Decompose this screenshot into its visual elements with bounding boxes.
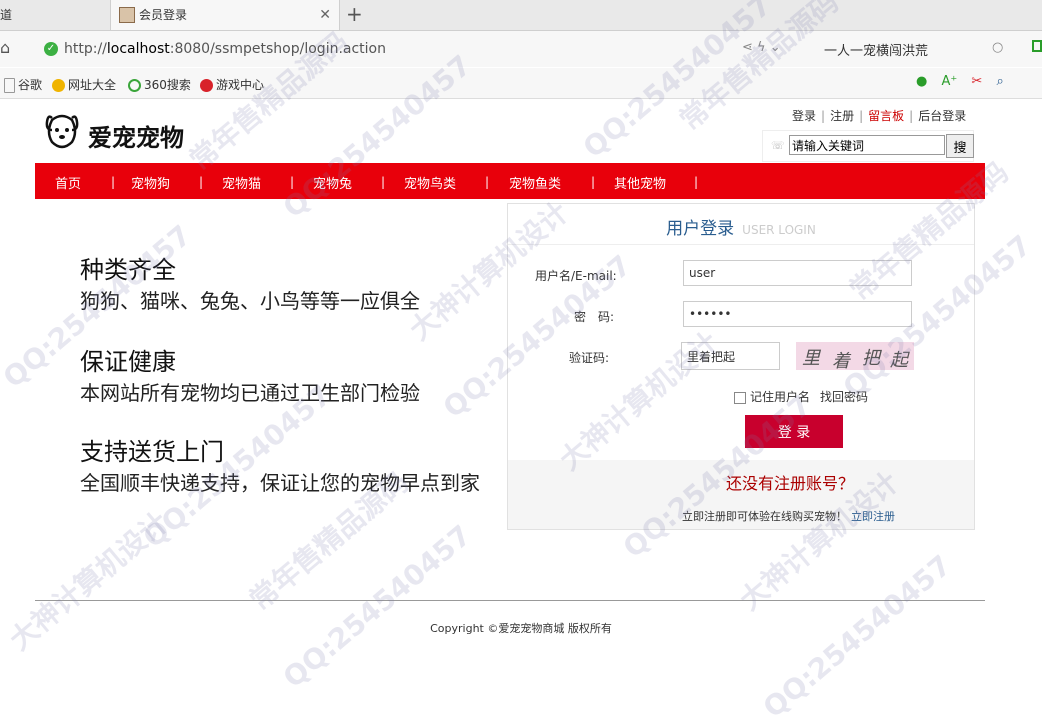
360-icon (128, 79, 141, 92)
game-icon (200, 79, 213, 92)
url-path: :8080/ssmpetshop/login.action (169, 41, 386, 57)
captcha-image[interactable]: 里 着 把 起 (796, 342, 914, 372)
tab-favicon-icon (119, 6, 135, 23)
feature-variety: 种类齐全 狗狗、猫咪、兔兔、小鸟等等一应俱全 (80, 250, 420, 314)
feature-delivery: 支持送货上门 全国顺丰快递支持，保证让您的宠物早点到家 (80, 432, 480, 496)
feature-health: 保证健康 本网站所有宠物均已通过卫生部门检验 (80, 342, 420, 406)
register-area: 还没有注册账号？ 立即注册即可体验在线购买宠物！ 立即注册 (508, 460, 974, 529)
phone-icon: ☏ (771, 139, 785, 152)
dog-logo-icon (45, 114, 79, 149)
watermark: QQ:254540457 (756, 548, 958, 724)
nav-others[interactable]: 其他宠物 (614, 173, 666, 192)
login-title: 用户登录 USER LOGIN (508, 214, 974, 239)
guestbook-link[interactable]: 留言板 (868, 109, 904, 123)
sites-icon (52, 79, 65, 92)
password-input[interactable] (683, 301, 912, 327)
nav-dogs[interactable]: 宠物狗 (131, 173, 170, 192)
site-search-input[interactable] (789, 135, 945, 155)
admin-login-link[interactable]: 后台登录 (918, 109, 966, 123)
tab-active[interactable]: 会员登录 ✕ (110, 0, 340, 30)
close-tab-icon[interactable]: ✕ (319, 0, 331, 30)
remember-row: 记住用户名 找回密码 (734, 388, 868, 405)
tools-icon[interactable]: ✂ (971, 74, 982, 89)
feature-title: 保证健康 (80, 348, 176, 376)
nav-fish[interactable]: 宠物鱼类 (509, 173, 561, 192)
login-button[interactable]: 登 录 (745, 415, 843, 448)
tab-previous-label: 道 (0, 8, 13, 22)
captcha-char: 把 (862, 348, 880, 369)
share-icon[interactable]: ⋖ ϟ ⌄ (742, 40, 781, 55)
page-icon (4, 78, 15, 93)
main-nav: 首页 | 宠物狗 | 宠物猫 | 宠物兔 | 宠物鸟类 | 宠物鱼类 | 其他宠物 | (35, 163, 985, 199)
bookmark-sites[interactable]: 网址大全 (52, 76, 116, 93)
username-input[interactable] (683, 260, 912, 286)
url-host: localhost (106, 41, 170, 57)
new-tab-icon[interactable]: + (346, 2, 363, 26)
tab-active-label: 会员登录 (139, 8, 188, 22)
nav-cats[interactable]: 宠物猫 (222, 173, 261, 192)
captcha-label: 验证码: (569, 351, 610, 365)
login-title-en: USER LOGIN (742, 223, 816, 237)
bookmark-label: 游戏中心 (216, 78, 265, 92)
bookmark-label: 网址大全 (68, 78, 117, 92)
tab-previous[interactable]: 道 (0, 0, 108, 30)
top-links: 登录 | 注册 | 留言板 | 后台登录 (792, 109, 967, 123)
bookmark-google[interactable]: 谷歌 (4, 76, 42, 93)
bookmark-360[interactable]: 360搜索 (128, 76, 191, 93)
secure-shield-icon: ✓ (44, 42, 58, 56)
browser-tab-bar: 道 会员登录 ✕ + (0, 0, 1042, 31)
site-search-button[interactable]: 搜 (946, 134, 974, 158)
feature-title: 种类齐全 (80, 256, 176, 284)
home-icon[interactable]: ⌂ (0, 38, 10, 57)
footer-divider (35, 600, 985, 601)
chat-icon[interactable]: ● (916, 74, 927, 89)
nav-birds[interactable]: 宠物鸟类 (404, 173, 456, 192)
watermark: QQ:254540457 (276, 518, 478, 695)
bookmark-label: 360搜索 (144, 78, 191, 92)
translate-icon[interactable]: A⁺ (941, 74, 957, 89)
captcha-char: 着 (832, 351, 850, 372)
captcha-char: 里 (802, 348, 820, 369)
forgot-password-link[interactable]: 找回密码 (820, 390, 868, 404)
remember-checkbox[interactable] (734, 391, 746, 404)
bookmark-label: 谷歌 (18, 78, 43, 92)
url-prefix: http:// (64, 41, 107, 57)
site-search: ☏ 搜 (762, 130, 974, 162)
browser-search-text: 一人一宠横闯洪荒 (824, 44, 929, 59)
register-hint: 立即注册即可体验在线购买宠物！ 立即注册 (682, 508, 895, 524)
register-now-link[interactable]: 立即注册 (851, 510, 895, 523)
feature-desc: 全国顺丰快递支持，保证让您的宠物早点到家 (80, 471, 480, 495)
divider (508, 244, 974, 245)
feature-desc: 本网站所有宠物均已通过卫生部门检验 (80, 381, 420, 405)
captcha-char: 起 (890, 350, 908, 371)
register-link[interactable]: 注册 (830, 109, 854, 123)
site-name: 爱宠宠物 (88, 124, 184, 152)
magnifier-icon[interactable]: ⌕ (996, 74, 1003, 89)
remember-label[interactable]: 记住用户名 (750, 390, 810, 404)
browser-tools: ● A⁺ ✂ ⌕ (916, 74, 1004, 89)
url-field[interactable]: ✓ http://localhost:8080/ssmpetshop/login.… (44, 38, 386, 60)
browser-search-box[interactable]: 一人一宠横闯洪荒 (824, 40, 928, 59)
copyright: Copyright ©爱宠宠物商城 版权所有 (430, 622, 612, 635)
login-link[interactable]: 登录 (792, 109, 816, 123)
login-panel: 用户登录 USER LOGIN 用户名/E-mail: 密 码: 验证码: 里 着… (507, 203, 975, 530)
bookmark-games[interactable]: 游戏中心 (200, 76, 264, 93)
login-title-text: 用户登录 (666, 219, 735, 239)
nav-home[interactable]: 首页 (55, 173, 81, 192)
password-label: 密 码: (574, 310, 615, 324)
username-label: 用户名/E-mail: (535, 269, 617, 283)
no-account-text: 还没有注册账号？ (726, 474, 855, 493)
nav-rabbits[interactable]: 宠物兔 (313, 173, 352, 192)
feature-desc: 狗狗、猫咪、兔兔、小鸟等等一应俱全 (80, 289, 420, 313)
extension-icon[interactable] (1032, 40, 1042, 52)
feature-title: 支持送货上门 (80, 438, 224, 466)
register-hint-text: 立即注册即可体验在线购买宠物！ (682, 510, 847, 523)
search-icon[interactable]: ○ (992, 40, 1003, 55)
captcha-input[interactable] (681, 342, 780, 370)
